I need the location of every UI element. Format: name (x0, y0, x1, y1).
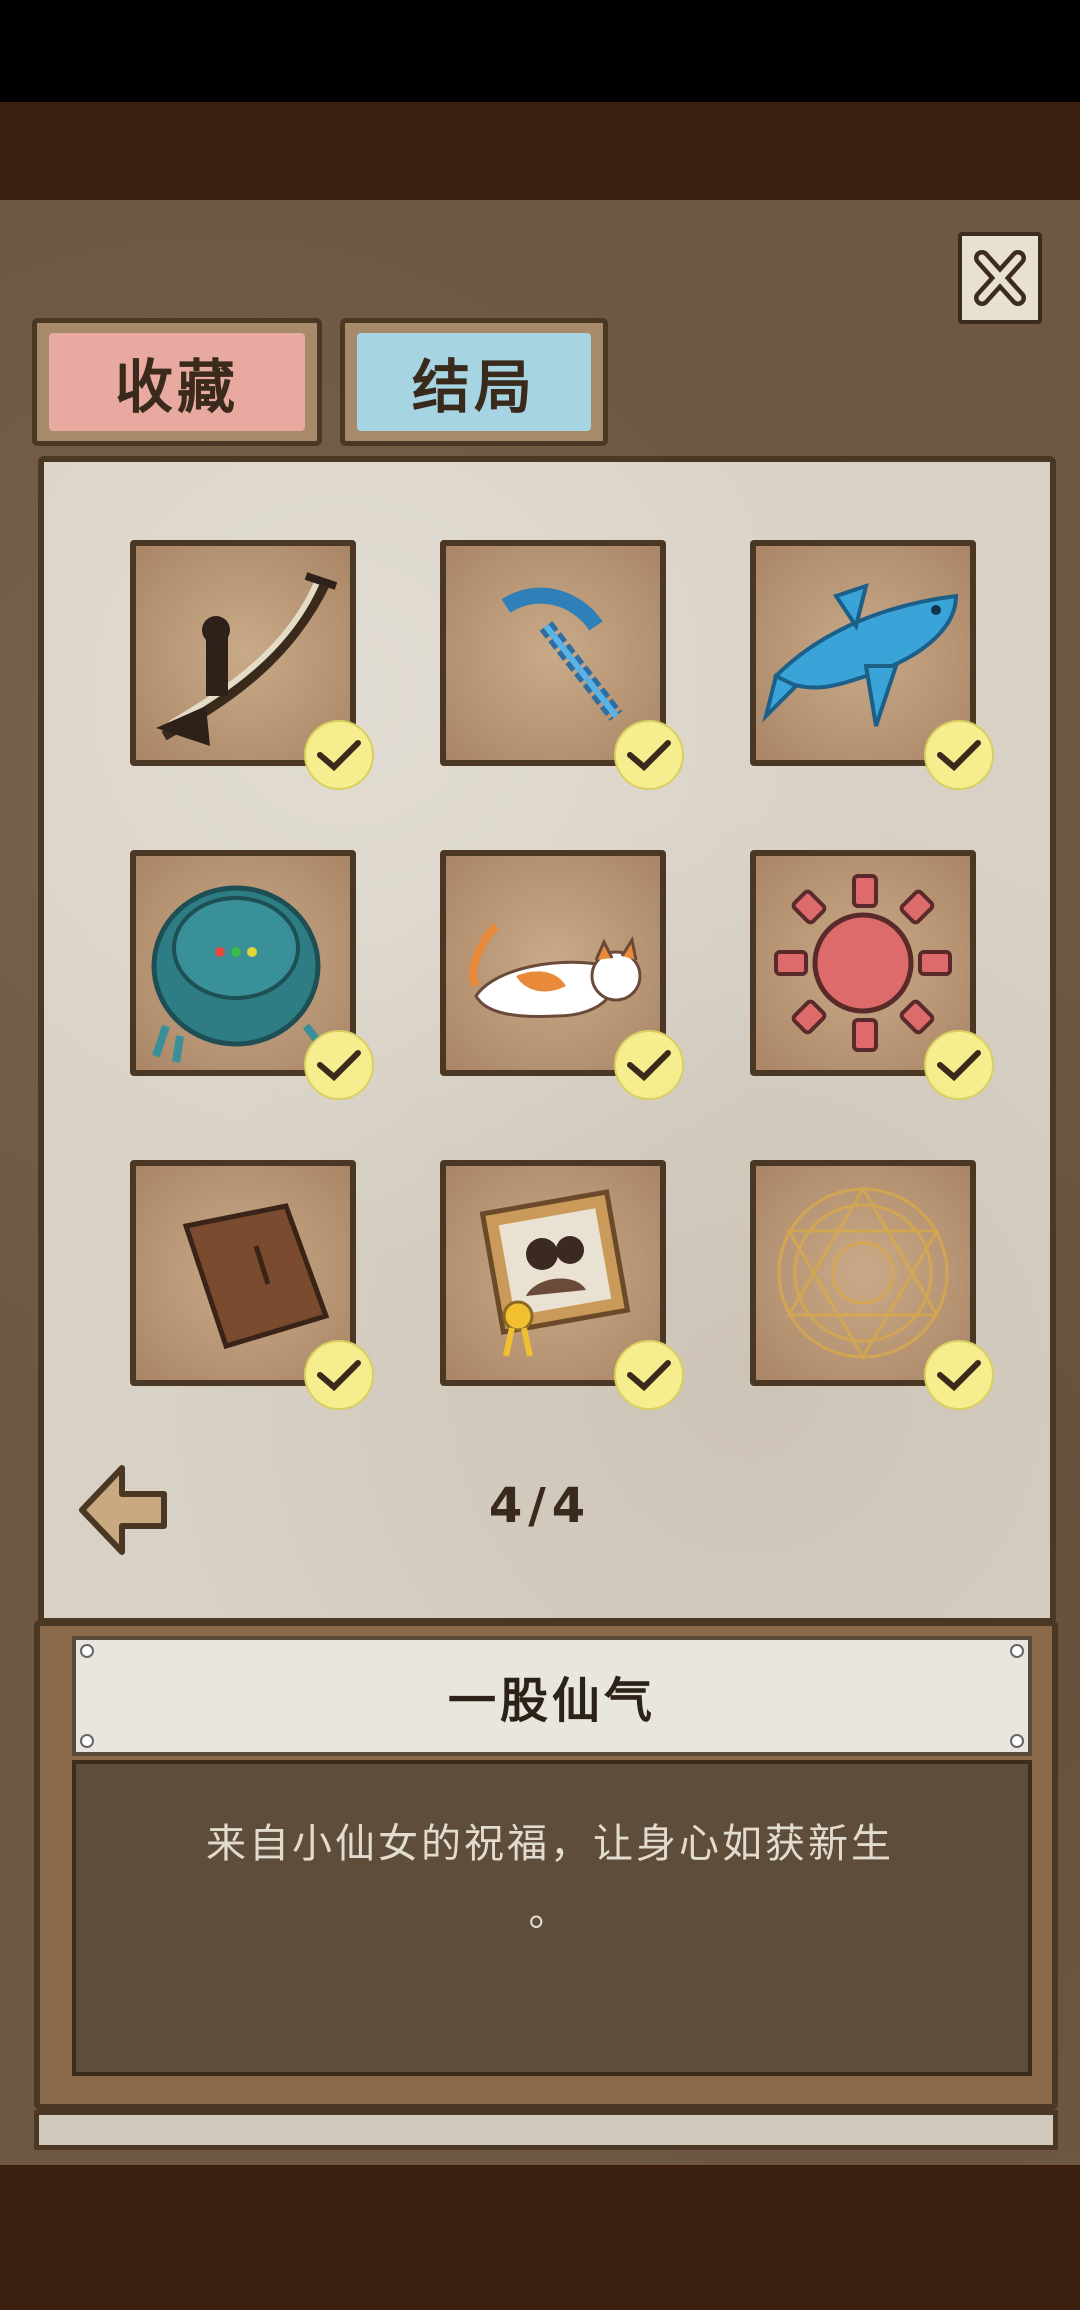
collected-check-icon (924, 1340, 994, 1410)
tab-endings-label: 结局 (357, 333, 591, 431)
tab-collection[interactable]: 收藏 (32, 318, 322, 446)
collected-check-icon (304, 1340, 374, 1410)
status-bar (0, 0, 1080, 102)
item-description-tail: 。 (528, 1889, 572, 1935)
collected-check-icon (614, 720, 684, 790)
bottom-strip (34, 2110, 1058, 2150)
bottom-band (0, 2165, 1080, 2310)
arrow-left-icon (79, 1465, 167, 1555)
collected-check-icon (924, 720, 994, 790)
collected-check-icon (304, 1030, 374, 1100)
close-button[interactable] (958, 232, 1042, 324)
page-indicator: 4/4 (488, 1478, 592, 1534)
item-description: 来自小仙女的祝福，让身心如获新生 。 (90, 1810, 1010, 1946)
pin-icon (1010, 1644, 1024, 1658)
collected-check-icon (614, 1030, 684, 1100)
pin-icon (80, 1644, 94, 1658)
prev-page-button[interactable] (74, 1460, 174, 1560)
collected-check-icon (614, 1340, 684, 1410)
item-title: 一股仙气 (72, 1636, 1032, 1756)
tab-collection-label: 收藏 (49, 333, 305, 431)
pin-icon (1010, 1734, 1024, 1748)
close-icon (974, 250, 1026, 306)
top-band (0, 102, 1080, 200)
collected-check-icon (304, 720, 374, 790)
pin-icon (80, 1734, 94, 1748)
tab-endings[interactable]: 结局 (340, 318, 608, 446)
collected-check-icon (924, 1030, 994, 1100)
item-description-line: 来自小仙女的祝福，让身心如获新生 (206, 1821, 894, 1867)
